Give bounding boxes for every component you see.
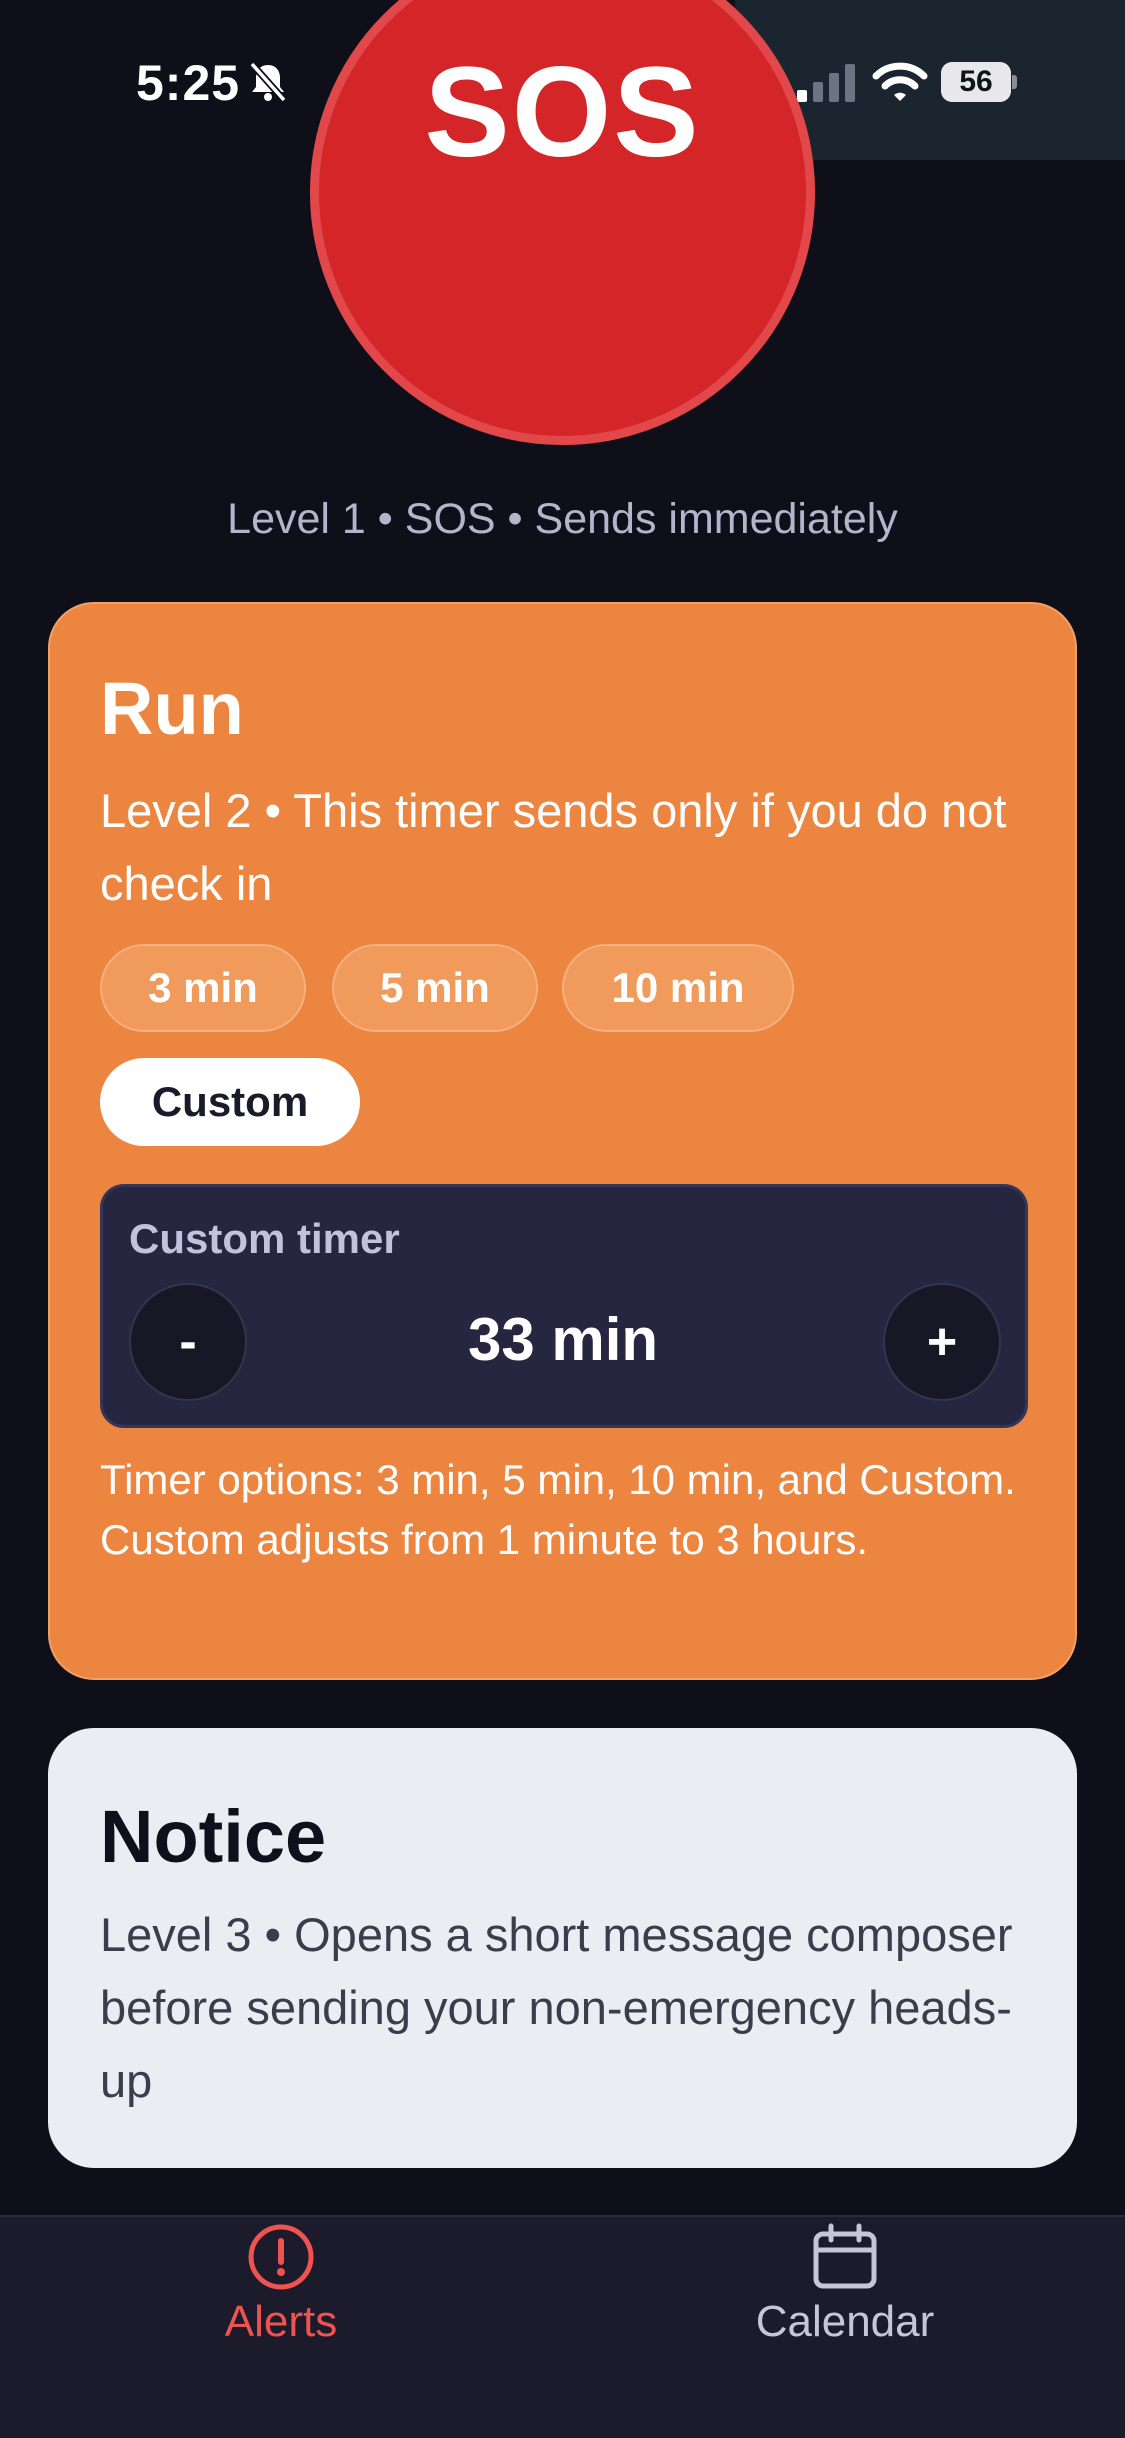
- wifi-icon: [872, 62, 928, 101]
- notice-title: Notice: [100, 1795, 327, 1878]
- run-card: Run Level 2 • This timer sends only if y…: [48, 602, 1077, 1680]
- notice-description: Level 3 • Opens a short message composer…: [100, 1908, 1013, 2107]
- timer-option-3-min[interactable]: 3 min: [100, 944, 306, 1032]
- sos-button[interactable]: SOS: [310, 0, 815, 445]
- timer-option-5-min[interactable]: 5 min: [332, 944, 538, 1032]
- status-time: 5:25: [136, 55, 241, 111]
- tab-bar: Alerts Calendar: [0, 2215, 1125, 2438]
- tab-alerts[interactable]: Alerts: [131, 2217, 431, 2377]
- decrement-button[interactable]: -: [129, 1283, 247, 1401]
- battery-cap: [1012, 75, 1017, 89]
- tab-calendar-label: Calendar: [755, 2297, 935, 2346]
- custom-timer-panel: Custom timer - 33 min +: [100, 1184, 1028, 1428]
- timer-option-10-min[interactable]: 10 min: [562, 944, 794, 1032]
- custom-timer-value: 33 min: [467, 1306, 659, 1373]
- sos-caption: Level 1 • SOS • Sends immediately: [227, 495, 898, 543]
- tab-alerts-label: Alerts: [224, 2297, 338, 2346]
- run-description: Level 2 • This timer sends only if you d…: [100, 784, 1007, 910]
- alert-circle-icon: [248, 2224, 314, 2290]
- tab-calendar[interactable]: Calendar: [695, 2217, 995, 2377]
- timer-options-note: Timer options: 3 min, 5 min, 10 min, and…: [100, 1456, 1016, 1563]
- run-title: Run: [100, 667, 244, 750]
- notice-card[interactable]: Notice Level 3 • Opens a short message c…: [48, 1728, 1077, 2168]
- sos-label: SOS: [424, 41, 701, 184]
- bell-muted-icon: [249, 61, 287, 103]
- battery-level: 56: [941, 62, 1011, 102]
- battery-icon: 56: [941, 62, 1017, 102]
- increment-button[interactable]: +: [883, 1283, 1001, 1401]
- calendar-icon: [813, 2223, 877, 2289]
- timer-option-custom[interactable]: Custom: [100, 1058, 360, 1146]
- custom-timer-label: Custom timer: [129, 1215, 400, 1262]
